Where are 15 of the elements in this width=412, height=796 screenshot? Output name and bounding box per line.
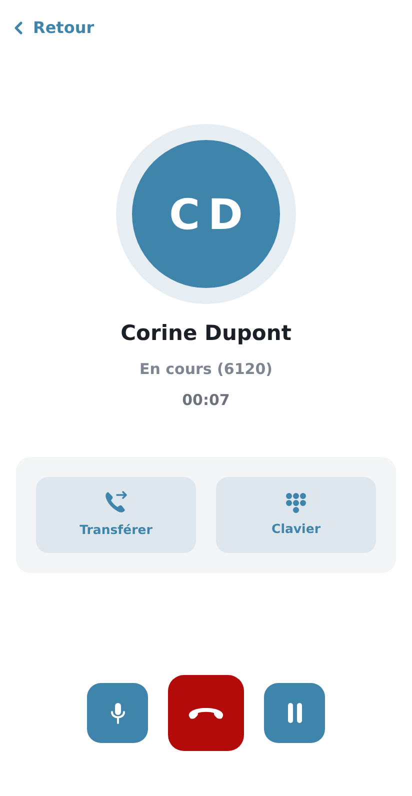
hold-button[interactable]	[264, 682, 325, 742]
caller-name: Corine Dupont	[120, 320, 292, 347]
back-chevron-icon	[14, 21, 23, 35]
avatar-initials: CD	[132, 140, 280, 288]
microphone-icon	[108, 700, 126, 724]
keypad-button[interactable]: Clavier	[216, 476, 376, 552]
keypad-icon	[283, 490, 309, 514]
back-link[interactable]: Retour	[14, 16, 94, 40]
mute-button[interactable]	[87, 682, 148, 742]
phone-arrow-icon	[103, 489, 129, 516]
call-status: En cours (6120)	[139, 358, 273, 380]
transfer-button[interactable]: Transférer	[36, 476, 196, 552]
call-timer: 00:07	[182, 390, 230, 410]
hang-up-button[interactable]	[168, 674, 244, 750]
pause-icon	[286, 700, 304, 724]
